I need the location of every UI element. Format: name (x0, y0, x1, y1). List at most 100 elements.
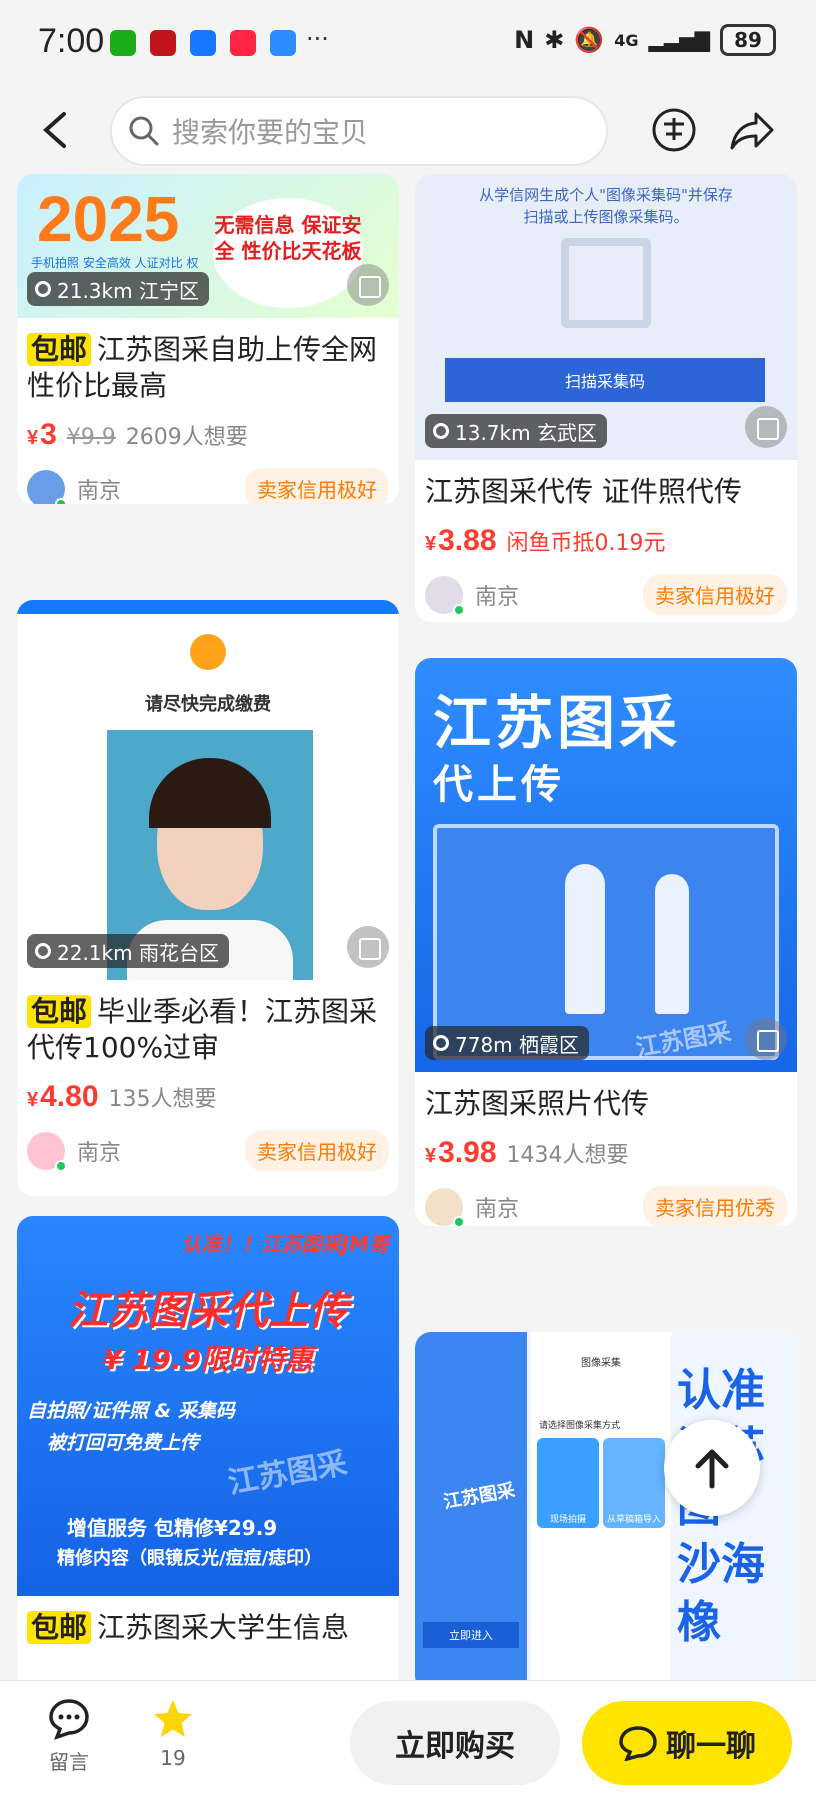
product-card[interactable]: 请尽快完成缴费 22.1km 雨花台区 包邮 毕业季必看！江苏图采代传100%过审… (17, 600, 399, 1196)
avatar[interactable] (27, 1131, 67, 1172)
image-line-4: 自拍照/证件照 & 采集码 (27, 1400, 235, 1422)
image-badge: 无需信息 保证安全 性价比天花板 (213, 198, 363, 308)
status-time: 7:00 (38, 22, 105, 60)
status-bar: 7:00 ··· N ✱ 🔕 4G ▂▃▅▇ 89 (0, 0, 816, 88)
location-tag: 22.1km 雨花台区 (27, 934, 229, 968)
image-line-1: 认准！！江苏图采JM哥 (181, 1232, 389, 1256)
chat-button[interactable]: 聊一聊 (582, 1701, 792, 1785)
network-label: 4G (614, 30, 639, 50)
image-line-2: 请选择图像采集方式 (539, 1421, 621, 1431)
wifi-app-icon (270, 30, 296, 56)
person-hair (149, 758, 271, 828)
image-line-1: 从学信网生成个人"图像采集码"并保存 (479, 186, 733, 204)
product-card[interactable]: 2025 手机拍照 安全高效 人证对比 权 无需信息 保证安全 性价比天花板 2… (17, 174, 399, 504)
nfc-icon: N (514, 26, 535, 54)
online-dot (55, 1159, 67, 1172)
image-line-3: ¥ 19.9限时特惠 (102, 1343, 314, 1376)
product-card[interactable]: 江苏图采 代上传 江苏图采 778m 栖霞区 江苏图采照片代传 ¥3.98 14… (415, 658, 797, 1226)
image-line-8: 精修内容（眼镜反光/痘痘/痣印） (57, 1548, 323, 1569)
chat-label: 聊一聊 (666, 1729, 756, 1764)
bluetooth-icon: ✱ (544, 26, 565, 54)
product-title-text: 江苏图采代传 证件照代传 (425, 475, 742, 508)
location-tag: 21.3km 江宁区 (27, 272, 209, 306)
seller-info: 南京 (27, 469, 122, 504)
favorite-button[interactable]: 19 (138, 1697, 208, 1770)
product-image: 认准！！江苏图采JM哥 江苏图采代上传 ¥ 19.9限时特惠 自拍照/证件照 &… (17, 1216, 399, 1596)
seller-city: 南京 (475, 1196, 520, 1222)
location-pin-icon (35, 943, 51, 959)
chat-icon (619, 1726, 657, 1761)
product-title: 包邮 江苏图采大学生信息 (17, 1596, 399, 1646)
product-card[interactable]: 从学信网生成个人"图像采集码"并保存 扫描或上传图像采集码。 扫描采集码 13.… (415, 174, 797, 622)
image-search-icon[interactable] (745, 1018, 787, 1060)
free-shipping-tag: 包邮 (27, 995, 92, 1028)
sell-icon[interactable] (650, 106, 698, 154)
credit-badge: 卖家信用极好 (245, 468, 389, 504)
bottom-action-bar: 留言 19 立即购买 聊一聊 (0, 1680, 816, 1800)
buy-now-button[interactable]: 立即购买 (350, 1701, 560, 1785)
location-pin-icon (35, 281, 51, 297)
bank-app-icon (150, 30, 176, 56)
comment-icon (49, 1699, 89, 1740)
search-placeholder: 搜索你要的宝贝 (172, 116, 369, 149)
favorite-count: 19 (160, 1746, 186, 1770)
product-title: 包邮 江苏图采自助上传全网性价比最高 (17, 318, 399, 404)
price: ¥4.80 (27, 1080, 99, 1113)
qr-code-icon (561, 238, 651, 328)
avatar[interactable] (425, 575, 465, 616)
product-title-text: 江苏图采大学生信息 (97, 1611, 350, 1644)
image-search-icon[interactable] (347, 926, 389, 968)
scan-code-button: 扫描采集码 (445, 358, 765, 402)
seller-row: 南京 卖家信用优秀 (415, 1170, 797, 1226)
seller-city: 南京 (77, 478, 122, 504)
app-icon (190, 30, 216, 56)
location-tag: 778m 栖霞区 (425, 1026, 590, 1060)
image-line-7: 增值服务 包精修¥29.9 (67, 1516, 278, 1540)
seller-row: 南京 卖家信用极好 (415, 558, 797, 616)
image-line-2: 扫描或上传图像采集码。 (523, 208, 689, 226)
phone-screenshot-left: 江苏图采 立即进入 (415, 1332, 527, 1680)
seller-row: 南京 卖家信用极好 (17, 1114, 399, 1172)
image-line-4: 从草稿箱导入 (606, 1515, 661, 1525)
product-title: 江苏图采照片代传 (415, 1072, 797, 1122)
price: ¥3.98 (425, 1136, 497, 1169)
enter-button-label: 立即进入 (449, 1629, 493, 1642)
back-icon[interactable] (40, 110, 70, 150)
avatar[interactable] (27, 469, 67, 504)
image-search-icon[interactable] (347, 264, 389, 306)
seller-city: 南京 (77, 1140, 122, 1166)
price-row: ¥4.80 135人想要 (17, 1066, 399, 1114)
scroll-top-button[interactable] (664, 1420, 760, 1516)
price-value: 4.80 (40, 1080, 99, 1113)
image-line-2: 代上传 (433, 762, 565, 808)
image-line-1: 江苏图采 (433, 689, 682, 757)
product-title: 包邮 毕业季必看！江苏图采代传100%过审 (17, 980, 399, 1066)
free-shipping-tag: 包邮 (27, 1611, 92, 1644)
share-icon[interactable] (728, 106, 776, 154)
image-line-10: 橡 (677, 1597, 721, 1648)
location-text: 22.1km 雨花台区 (57, 940, 219, 965)
search-input[interactable]: 搜索你要的宝贝 (110, 96, 608, 166)
want-count: 2609人想要 (125, 425, 248, 450)
search-icon (129, 116, 159, 146)
buy-now-label: 立即购买 (395, 1729, 515, 1764)
star-icon (154, 1700, 192, 1737)
seller-row: 南京 卖家信用极好 (17, 452, 399, 504)
comment-button[interactable]: 留言 (34, 1697, 104, 1775)
product-card[interactable]: 认准！！江苏图采JM哥 江苏图采代上传 ¥ 19.9限时特惠 自拍照/证件照 &… (17, 1216, 399, 1680)
image-line-6: 江苏图采 (225, 1445, 350, 1502)
signal-icon: ▂▃▅▇ (648, 28, 710, 52)
person-figure (655, 874, 689, 1014)
want-count: 1434人想要 (506, 1143, 629, 1168)
location-pin-icon (433, 1035, 449, 1051)
want-count: 135人想要 (108, 1087, 217, 1112)
image-subtext: 手机拍照 安全高效 人证对比 权 (31, 256, 199, 270)
battery-icon: 89 (720, 24, 776, 56)
image-search-icon[interactable] (745, 406, 787, 448)
location-text: 21.3km 江宁区 (57, 278, 199, 303)
image-line-3: 现场拍摄 (549, 1515, 586, 1525)
location-tag: 13.7km 玄武区 (425, 414, 607, 448)
avatar[interactable] (425, 1187, 465, 1226)
person-figure (565, 864, 605, 1014)
coin-discount: 闲鱼币抵0.19元 (506, 531, 666, 556)
